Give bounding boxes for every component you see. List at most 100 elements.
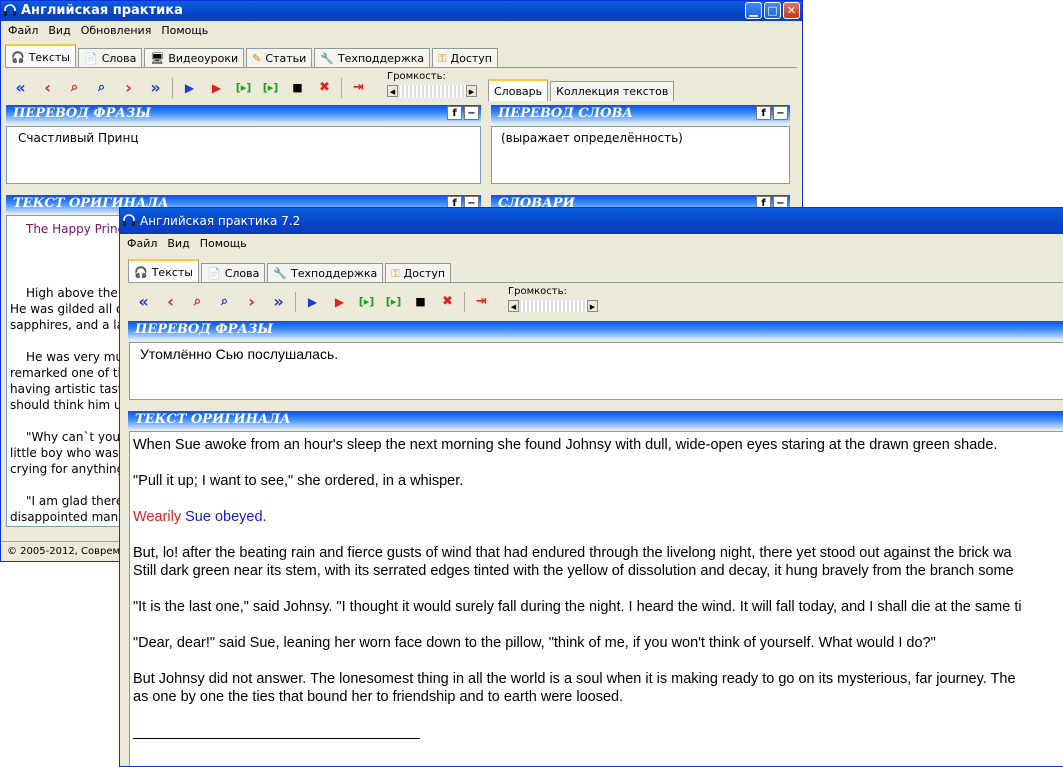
tab-access[interactable]: ⚿ Доступ	[385, 263, 452, 283]
volume-up-button[interactable]: ▶	[466, 85, 477, 97]
tab-support[interactable]: 🔧 Техподдержка	[314, 48, 431, 68]
play-segment-icon[interactable]: [▸]	[353, 291, 380, 313]
play-segment-alt-icon[interactable]: [▸]	[257, 77, 284, 99]
tab-texts[interactable]: 🎧 Тексты	[128, 259, 199, 283]
front-window-title: Английская практика 7.2	[140, 214, 301, 228]
front-toolbar: « ‹ ⌕ ⌕ › » ▶ ▶ [▸] [▸] ■ ✖ ⇥	[130, 291, 495, 313]
tab-access[interactable]: ⚿ Доступ	[432, 48, 498, 68]
rewind-all-icon[interactable]: «	[7, 77, 34, 99]
text-line: remarked one of th	[10, 366, 126, 380]
front-menubar: Файл Вид Помощь	[120, 234, 1063, 254]
menu-file[interactable]: Файл	[8, 21, 38, 40]
exit-icon[interactable]: ⇥	[345, 77, 372, 99]
font-button[interactable]: f	[447, 106, 462, 120]
word-translation-box[interactable]: (выражает определённость)	[491, 126, 790, 184]
tab-words[interactable]: 📄 Слова	[200, 263, 266, 283]
word-translation-header: ПЕРЕВОД СЛОВА f −	[491, 105, 790, 123]
prev-icon[interactable]: ‹	[157, 291, 184, 313]
next-icon[interactable]: ›	[115, 77, 142, 99]
menu-help[interactable]: Помощь	[200, 234, 247, 254]
rewind-all-icon[interactable]: «	[130, 291, 157, 313]
wrench-icon: 🔧	[273, 267, 288, 280]
tab-video[interactable]: 🖥 Видеоуроки	[144, 48, 245, 68]
volume-down-button[interactable]: ◀	[508, 300, 519, 312]
tab-text-collection[interactable]: Коллекция текстов	[550, 81, 675, 101]
text-line: He was very mu	[26, 350, 124, 364]
menu-help[interactable]: Помощь	[161, 21, 208, 40]
front-window: Английская практика 7.2 Файл Вид Помощь …	[119, 207, 1063, 767]
headphones-icon	[4, 4, 16, 16]
headphones-icon: 🎧	[134, 265, 148, 279]
play-original-icon[interactable]: ▶	[299, 291, 326, 313]
front-window-titlebar[interactable]: Английская практика 7.2	[120, 208, 1063, 234]
current-word: Wearily	[133, 509, 182, 525]
minimize-button[interactable]: ▁	[745, 2, 762, 19]
font-button[interactable]: f	[756, 106, 771, 120]
menu-file[interactable]: Файл	[127, 234, 157, 254]
original-text-header: ТЕКСТ ОРИГИНАЛА	[128, 411, 1063, 429]
collapse-button[interactable]: −	[464, 106, 479, 120]
stop-icon[interactable]: ■	[284, 77, 311, 99]
word-translation-text: (выражает определённость)	[501, 131, 683, 145]
tab-support-label: Техподдержка	[337, 52, 425, 65]
text-paragraph: But Johnsy did not answer. The lonesomes…	[133, 671, 1016, 687]
text-line: crying for anything.	[10, 462, 129, 476]
tab-support-label: Техподдержка	[291, 267, 378, 280]
toolbar-separator	[464, 292, 465, 312]
play-segment-alt-icon[interactable]: [▸]	[380, 291, 407, 313]
phrase-translation-box[interactable]: Утомлённо Сью послушалась.	[129, 342, 1063, 400]
phrase-translation-box[interactable]: Счастливый Принц	[6, 126, 481, 184]
repeat-phrase-icon[interactable]: ⌕	[61, 77, 88, 99]
volume-slider[interactable]: ◀ ▶	[508, 300, 598, 312]
notebook-icon: 📄	[83, 52, 98, 65]
text-line: "I am glad there	[26, 494, 124, 508]
forward-all-icon[interactable]: »	[265, 291, 292, 313]
phrase-translation-text: Утомлённо Сью послушалась.	[140, 346, 339, 362]
text-paragraph: "It is the last one," said Johnsy. "I th…	[133, 599, 1022, 615]
forward-all-icon[interactable]: »	[142, 77, 169, 99]
back-window-title: Английская практика	[21, 3, 183, 18]
next-icon[interactable]: ›	[238, 291, 265, 313]
tab-texts[interactable]: 🎧 Тексты	[5, 44, 76, 68]
text-paragraph: But, lo! after the beating rain and fier…	[133, 545, 1012, 561]
menu-view[interactable]: Вид	[48, 21, 70, 40]
headphones-icon: 🎧	[11, 50, 25, 64]
text-line: should think him u	[10, 398, 122, 412]
key-icon: ⚿	[391, 267, 400, 280]
play-translation-icon[interactable]: ▶	[203, 77, 230, 99]
volume-up-button[interactable]: ▶	[587, 300, 598, 312]
repeat-all-icon[interactable]: ⌕	[211, 291, 238, 313]
copyright-text: © 2005-2012, Совреме	[7, 546, 127, 557]
volume-slider[interactable]: ◀ ▶	[387, 85, 477, 97]
text-paragraph: When Sue awoke from an hour's sleep the …	[133, 437, 998, 453]
collapse-button[interactable]: −	[773, 106, 788, 120]
play-translation-icon[interactable]: ▶	[326, 291, 353, 313]
menu-view[interactable]: Вид	[167, 234, 189, 254]
play-segment-icon[interactable]: [▸]	[230, 77, 257, 99]
original-text-title: ТЕКСТ ОРИГИНАЛА	[135, 412, 291, 427]
original-text-box[interactable]: When Sue awoke from an hour's sleep the …	[129, 431, 1063, 766]
text-line: little boy who was c	[10, 446, 129, 460]
close-button[interactable]: ✕	[783, 2, 800, 19]
back-window-titlebar[interactable]: Английская практика ▁ □ ✕	[1, 1, 802, 21]
tab-articles[interactable]: ✎ Статьи	[246, 48, 313, 68]
repeat-all-icon[interactable]: ⌕	[88, 77, 115, 99]
exit-icon[interactable]: ⇥	[468, 291, 495, 313]
phrase-translation-text: Счастливый Принц	[18, 131, 139, 145]
tab-support[interactable]: 🔧 Техподдержка	[267, 263, 384, 283]
repeat-phrase-icon[interactable]: ⌕	[184, 291, 211, 313]
play-original-icon[interactable]: ▶	[176, 77, 203, 99]
maximize-button[interactable]: □	[764, 2, 781, 19]
menu-updates[interactable]: Обновления	[81, 21, 152, 40]
tab-access-label: Доступ	[450, 52, 492, 65]
phrase-translation-header: ПЕРЕВОД ФРАЗЫ f −	[6, 105, 481, 123]
volume-down-button[interactable]: ◀	[387, 85, 398, 97]
prev-icon[interactable]: ‹	[34, 77, 61, 99]
mute-icon[interactable]: ✖	[311, 77, 338, 99]
mute-icon[interactable]: ✖	[434, 291, 461, 313]
tab-words[interactable]: 📄 Слова	[77, 48, 143, 68]
text-paragraph: "Dear, dear!" said Sue, leaning her worn…	[133, 635, 936, 651]
text-line: sapphires, and a la	[10, 318, 124, 332]
tab-dictionary[interactable]: Словарь	[488, 79, 549, 101]
stop-icon[interactable]: ■	[407, 291, 434, 313]
